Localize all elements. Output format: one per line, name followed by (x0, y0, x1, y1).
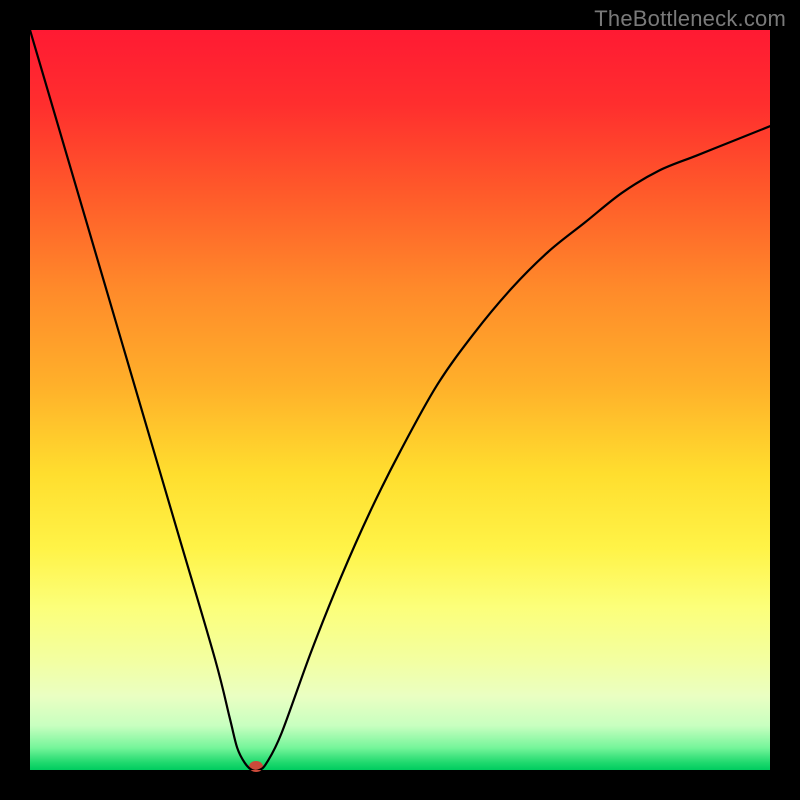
plot-area (30, 30, 770, 770)
chart-frame: TheBottleneck.com (0, 0, 800, 800)
chart-line (30, 30, 770, 770)
watermark-text: TheBottleneck.com (594, 6, 786, 32)
